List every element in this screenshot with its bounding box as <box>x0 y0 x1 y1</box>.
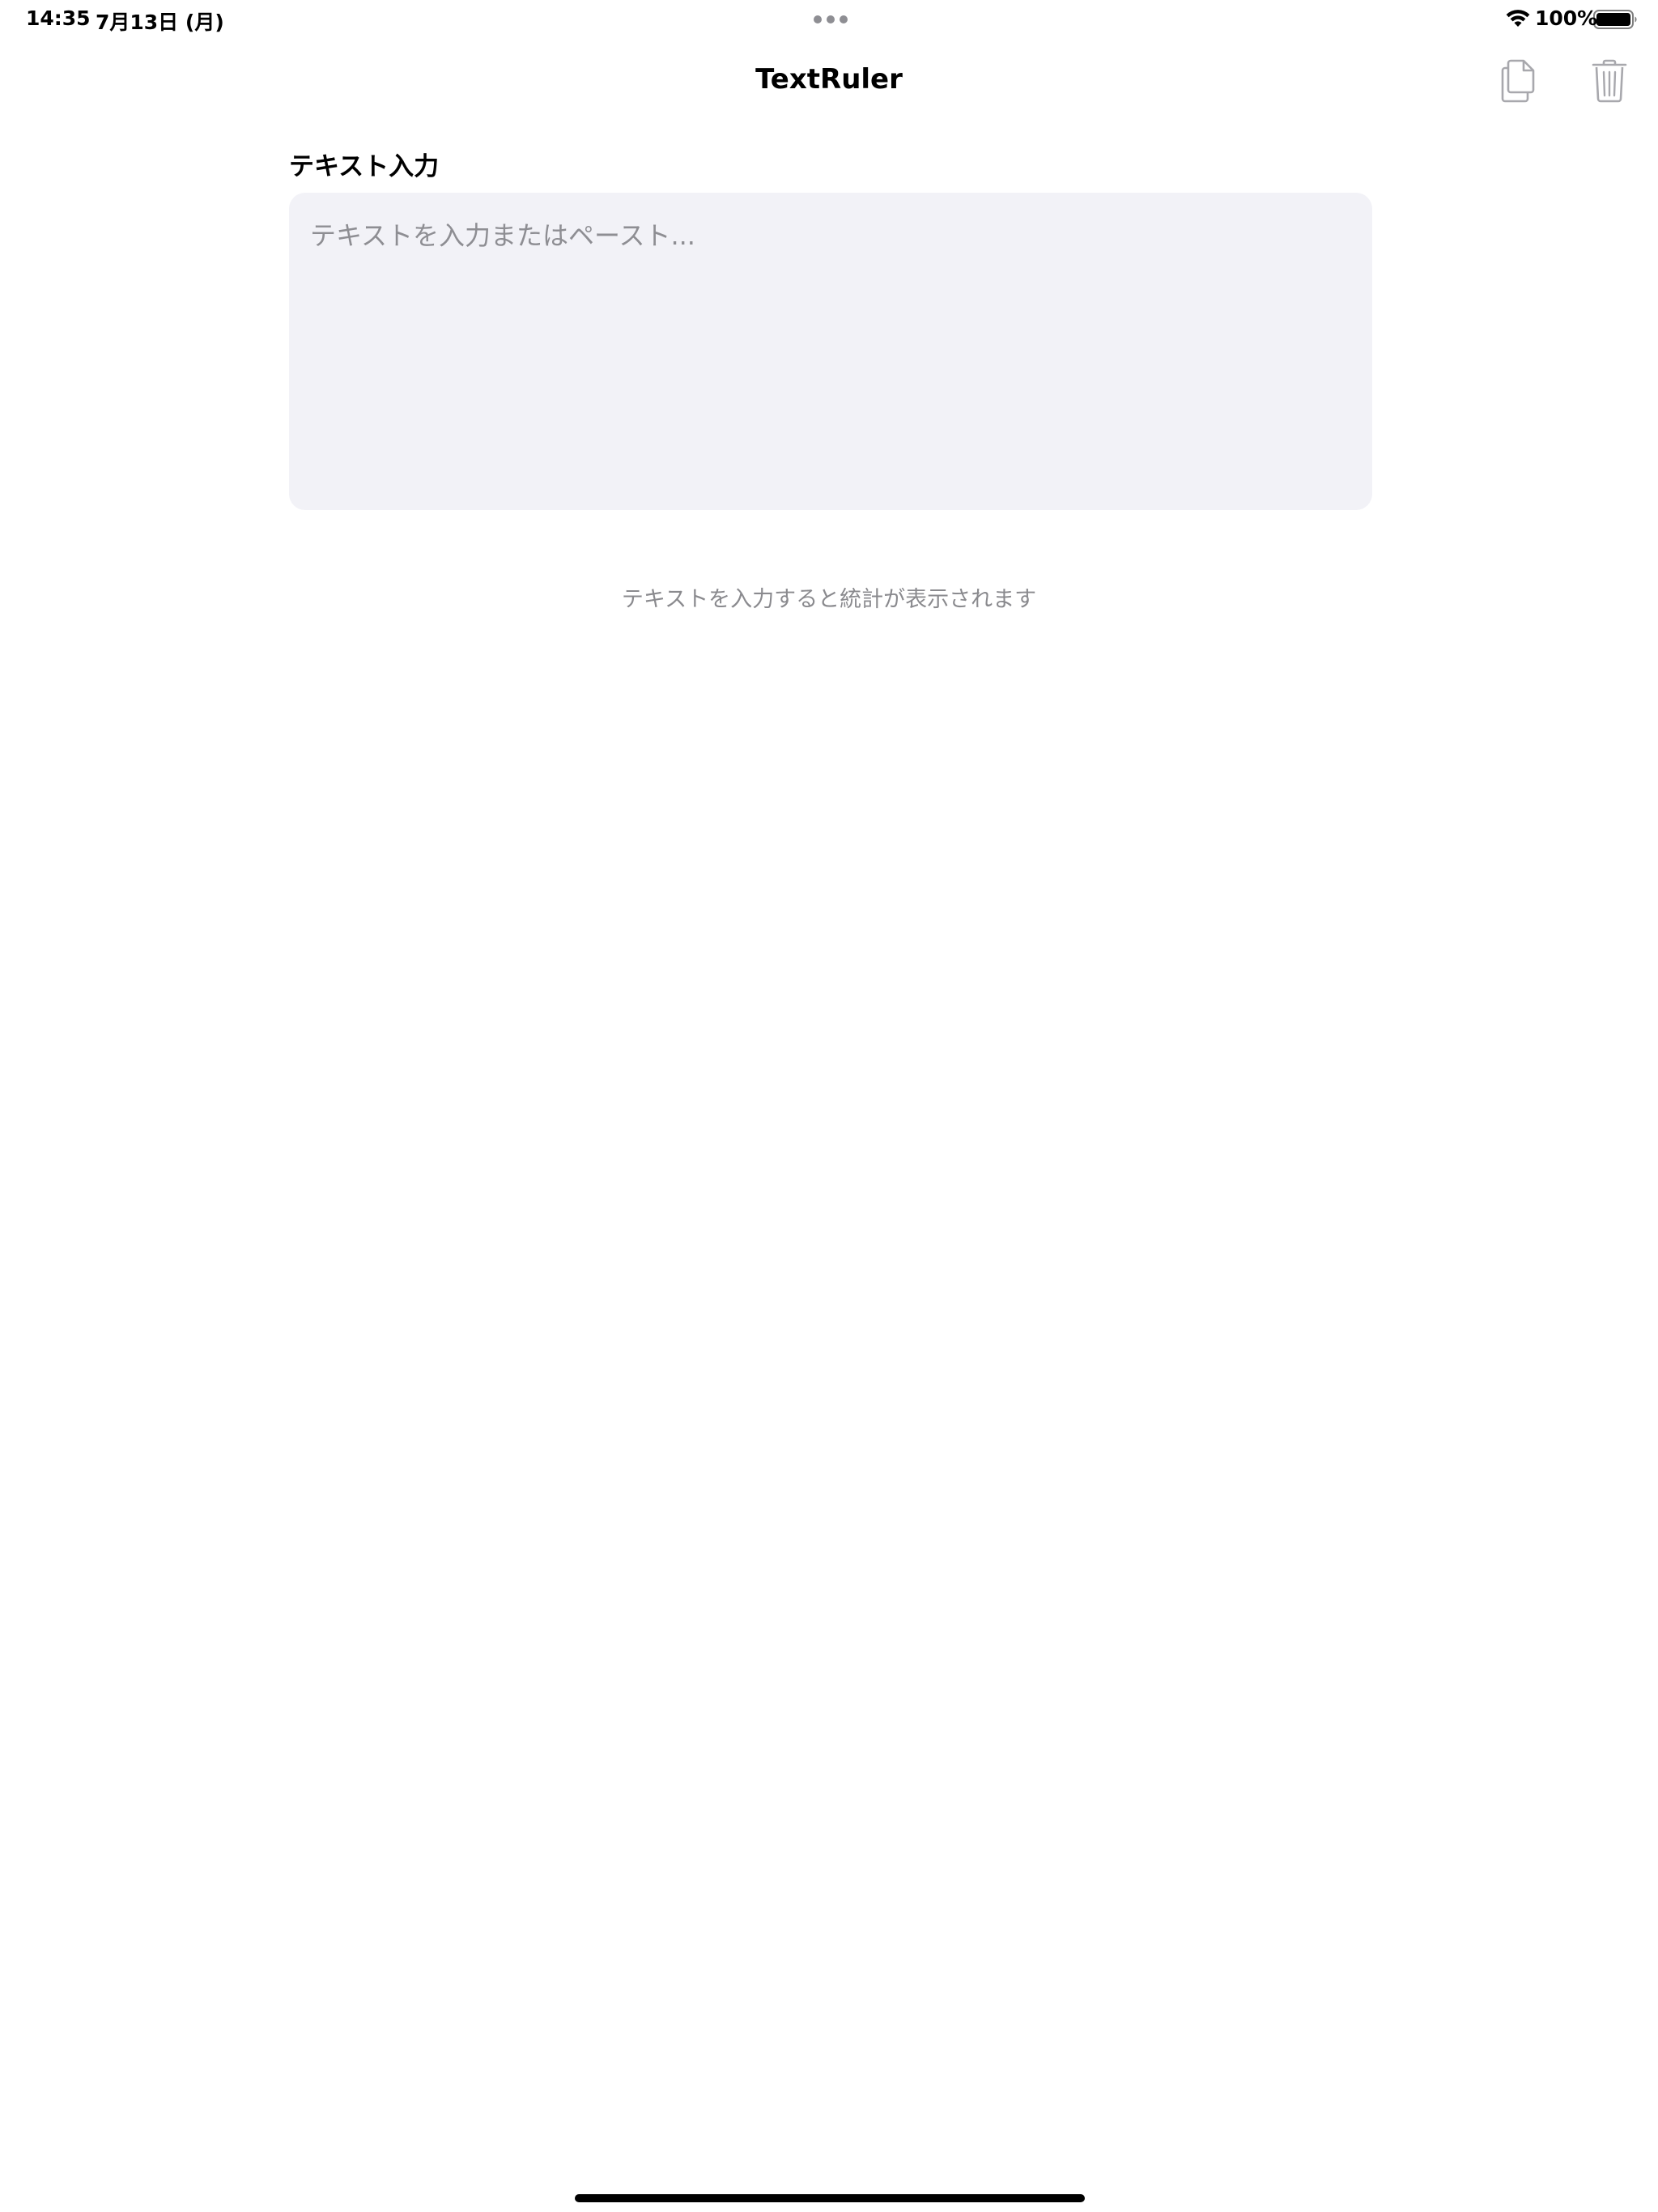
copy-icon <box>1501 59 1535 103</box>
status-bar: 14:35 7月13日 (月) 100% <box>0 0 1658 39</box>
stats-empty-message: テキストを入力すると統計が表示されます <box>621 587 1037 612</box>
trash-icon <box>1592 59 1627 103</box>
text-input-field[interactable] <box>289 193 1372 510</box>
status-time: 14:35 <box>26 6 91 30</box>
app-screen: 14:35 7月13日 (月) 100% TextRuler テキスト入力 テキ… <box>0 0 1658 2212</box>
battery-full-icon <box>1593 10 1637 29</box>
wifi-icon <box>1506 10 1530 27</box>
nav-title: TextRuler <box>755 63 903 96</box>
text-input-label: テキスト入力 <box>289 152 440 181</box>
battery-percent: 100% <box>1535 6 1598 30</box>
status-date: 7月13日 (月) <box>96 11 224 34</box>
copy-button[interactable] <box>1494 55 1543 107</box>
multitask-dots-icon[interactable] <box>813 15 848 24</box>
trash-button[interactable] <box>1585 55 1634 107</box>
home-indicator[interactable] <box>575 2194 1085 2202</box>
